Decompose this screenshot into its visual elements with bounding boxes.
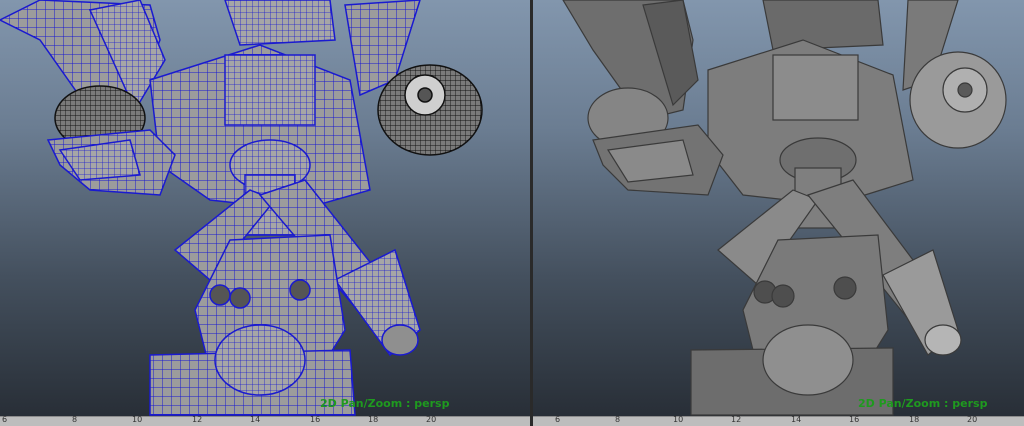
ruler-tick: 16 <box>849 415 860 424</box>
viewport-left[interactable]: 2D Pan/Zoom : persp 6 8 10 12 14 16 18 2… <box>0 0 530 426</box>
ruler-tick: 6 <box>555 415 561 424</box>
ruler-tick: 16 <box>310 415 321 424</box>
ruler-tick: 6 <box>2 415 8 424</box>
ruler-tick: 10 <box>673 415 684 424</box>
camera-hud-label: 2D Pan/Zoom : persp <box>858 397 988 410</box>
ruler-tick: 10 <box>132 415 143 424</box>
time-ruler[interactable]: 6 8 10 12 14 16 18 20 <box>533 415 1024 426</box>
shaded-robot-model[interactable] <box>533 0 1024 426</box>
ruler-tick: 18 <box>368 415 379 424</box>
ruler-tick: 14 <box>250 415 261 424</box>
ruler-tick: 20 <box>967 415 978 424</box>
viewport-right[interactable]: 2D Pan/Zoom : persp 6 8 10 12 14 16 18 2… <box>533 0 1024 426</box>
time-ruler[interactable]: 6 8 10 12 14 16 18 20 <box>0 415 530 426</box>
ruler-tick: 8 <box>615 415 621 424</box>
ruler-tick: 20 <box>426 415 437 424</box>
ruler-tick: 18 <box>909 415 920 424</box>
camera-hud-label: 2D Pan/Zoom : persp <box>320 397 450 410</box>
ruler-tick: 14 <box>791 415 802 424</box>
ruler-tick: 12 <box>731 415 742 424</box>
ruler-tick: 8 <box>72 415 78 424</box>
ruler-tick: 12 <box>192 415 203 424</box>
wireframe-robot-model[interactable] <box>0 0 530 426</box>
